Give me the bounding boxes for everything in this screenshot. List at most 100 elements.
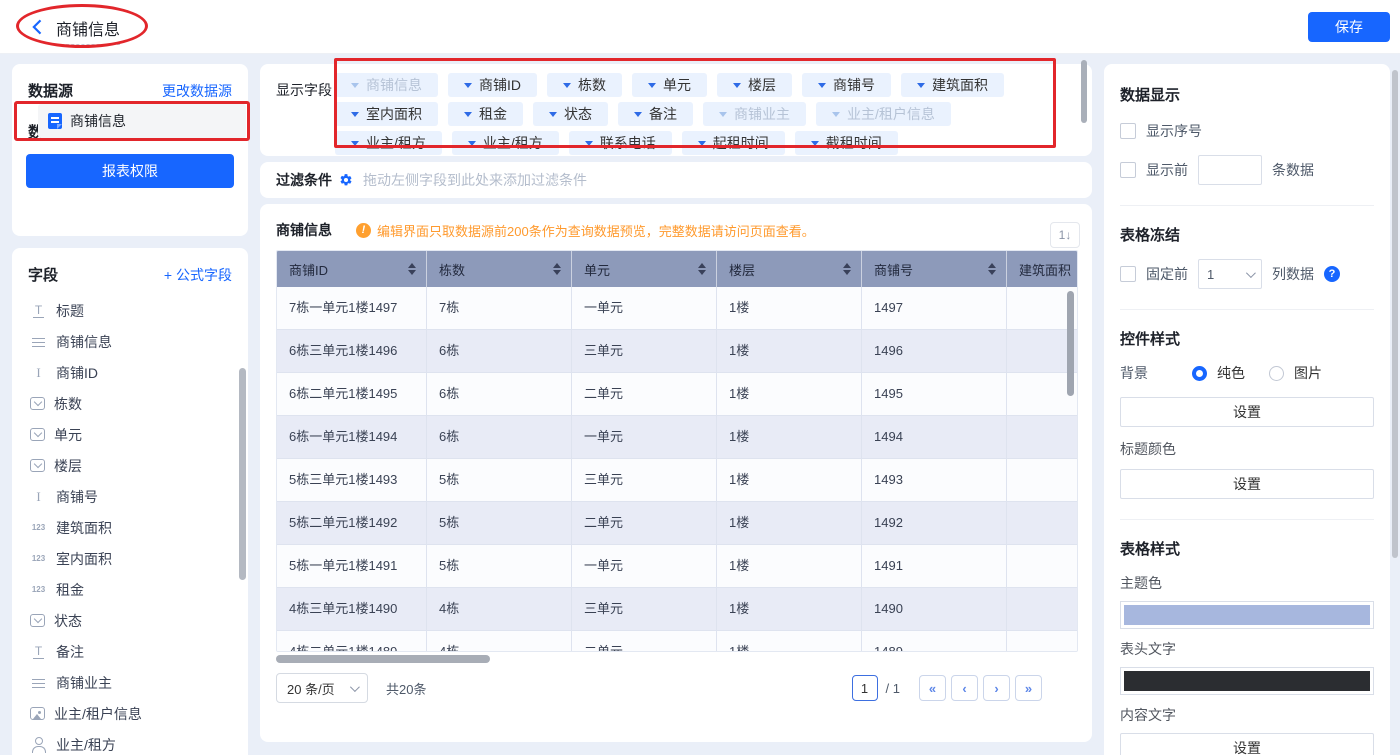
chip-row: 业主/租方业主/租方 联系电话 起租时间截租时间 (335, 131, 1065, 155)
page-input[interactable]: 1 (852, 675, 878, 701)
chevron-down-icon (549, 112, 557, 117)
table-cell: 三单元 (572, 459, 717, 502)
table-cell: 4栋三单元1楼1490 (277, 588, 427, 631)
chip-label: 租金 (479, 104, 507, 124)
list-icon (30, 675, 47, 691)
table-vertical-scrollbar[interactable] (1067, 291, 1074, 396)
settings-scrollbar[interactable] (1392, 70, 1398, 558)
theme-color-swatch[interactable] (1120, 601, 1374, 629)
field-list-item[interactable]: 楼层 (30, 450, 240, 481)
fields-scrollbar[interactable] (239, 368, 246, 580)
table-body: 7栋一单元1楼14977栋一单元1楼14976栋三单元1楼14966栋三单元1楼… (277, 287, 1077, 652)
header-text-swatch[interactable] (1120, 667, 1374, 695)
field-list-item[interactable]: 商铺信息 (30, 326, 240, 357)
display-field-chip[interactable]: 业主/租方 (452, 131, 559, 155)
display-field-chip[interactable]: 联系电话 (569, 131, 672, 155)
show-index-checkbox[interactable] (1120, 123, 1136, 139)
chip-row: 商铺信息商铺ID 栋数单元楼层商铺号 建筑面积 (335, 73, 1065, 97)
divider (1120, 205, 1374, 206)
preview-title: 商铺信息 (276, 220, 332, 240)
field-list-item[interactable]: 商铺业主 (30, 667, 240, 698)
table-header-cell[interactable]: 建筑面积 (1007, 251, 1078, 287)
table-preview-panel: 商铺信息 ! 编辑界面只取数据源前200条作为查询数据预览，完整数据请访问页面查… (260, 204, 1092, 742)
table-cell: 4栋 (427, 631, 572, 652)
last-page-button[interactable]: » (1015, 675, 1042, 701)
field-list-item[interactable]: 业主/租方 (30, 729, 240, 755)
table-header-cell[interactable]: 栋数 (427, 251, 572, 287)
table-row: 7栋一单元1楼14977栋一单元1楼1497 (277, 287, 1078, 330)
show-first-checkbox[interactable] (1120, 162, 1136, 178)
chip-label: 建筑面积 (932, 75, 988, 95)
table-header-cell[interactable]: 单元 (572, 251, 717, 287)
show-first-count-input[interactable] (1198, 155, 1262, 185)
table-header-cell[interactable]: 商铺号 (862, 251, 1007, 287)
freeze-checkbox[interactable] (1120, 266, 1136, 282)
display-field-chip[interactable]: 商铺信息 (335, 73, 438, 97)
gear-icon[interactable] (339, 173, 353, 187)
first-page-button[interactable]: « (919, 675, 946, 701)
display-field-chip[interactable]: 备注 (618, 102, 693, 126)
page-size-value: 20 条/页 (287, 679, 335, 698)
table-header-cell[interactable]: 商铺ID (277, 251, 427, 287)
filter-bar[interactable]: 过滤条件 拖动左侧字段到此处来添加过滤条件 (260, 162, 1092, 198)
display-field-chip[interactable]: 栋数 (547, 73, 622, 97)
table-header-cell[interactable]: 楼层 (717, 251, 862, 287)
field-list-item[interactable]: 单元 (30, 419, 240, 450)
field-list-item[interactable]: 业主/租户信息 (30, 698, 240, 729)
change-datasource-link[interactable]: 更改数据源 (162, 81, 232, 101)
chevron-left-icon (28, 17, 48, 37)
field-label: 状态 (54, 611, 82, 631)
display-field-chip[interactable]: 起租时间 (682, 131, 785, 155)
display-field-chip[interactable]: 商铺号 (802, 73, 891, 97)
prev-page-button[interactable]: ‹ (951, 675, 978, 701)
chevron-down-icon (648, 83, 656, 88)
report-permission-button[interactable]: 报表权限 (26, 154, 234, 188)
table-row: 5栋一单元1楼14915栋一单元1楼1491 (277, 545, 1078, 588)
freeze-count-select[interactable]: 1 (1198, 259, 1262, 289)
field-list-item[interactable]: 栋数 (30, 388, 240, 419)
chevron-down-icon (464, 112, 472, 117)
sort-down-icon (988, 270, 996, 275)
display-field-chip[interactable]: 商铺业主 (703, 102, 806, 126)
field-list-item[interactable]: 备注 (30, 636, 240, 667)
background-set-button[interactable]: 设置 (1120, 397, 1374, 427)
image-radio[interactable] (1269, 366, 1284, 381)
display-field-chip[interactable]: 楼层 (717, 73, 792, 97)
display-field-chip[interactable]: 业主/租户信息 (816, 102, 951, 126)
display-field-chip[interactable]: 业主/租方 (335, 131, 442, 155)
field-list-item[interactable]: 租金 (30, 574, 240, 605)
solid-color-radio[interactable] (1192, 366, 1207, 381)
column-label: 楼层 (729, 260, 755, 279)
field-list-item[interactable]: 标题 (30, 295, 240, 326)
display-field-chip[interactable]: 商铺ID (448, 73, 537, 97)
chips-scrollbar[interactable] (1081, 60, 1087, 123)
title-field-icon (30, 303, 47, 319)
field-label: 租金 (56, 580, 84, 600)
back-button[interactable] (28, 17, 48, 37)
field-list-item[interactable]: 室内面积 (30, 543, 240, 574)
datasource-item[interactable]: 商铺信息 (38, 104, 246, 138)
field-label: 商铺号 (56, 487, 98, 507)
display-field-chip[interactable]: 状态 (533, 102, 608, 126)
sort-order-button[interactable]: 1↓ (1050, 222, 1080, 248)
display-field-chip[interactable]: 截租时间 (795, 131, 898, 155)
page-size-select[interactable]: 20 条/页 (276, 673, 368, 703)
field-list-item[interactable]: 状态 (30, 605, 240, 636)
content-text-set-button[interactable]: 设置 (1120, 733, 1374, 755)
next-page-button[interactable]: › (983, 675, 1010, 701)
save-button[interactable]: 保存 (1308, 12, 1390, 42)
title-color-set-button[interactable]: 设置 (1120, 469, 1374, 499)
display-field-chip[interactable]: 租金 (448, 102, 523, 126)
help-icon[interactable]: ? (1324, 266, 1340, 282)
field-list-item[interactable]: 商铺ID (30, 357, 240, 388)
chip-label: 联系电话 (600, 133, 656, 153)
field-list-item[interactable]: 建筑面积 (30, 512, 240, 543)
field-list-item[interactable]: 商铺号 (30, 481, 240, 512)
table-horizontal-scrollbar[interactable] (276, 655, 490, 663)
formula-field-link[interactable]: + 公式字段 (164, 265, 232, 285)
display-field-chip[interactable]: 建筑面积 (901, 73, 1004, 97)
display-field-chip[interactable]: 单元 (632, 73, 707, 97)
display-field-chip[interactable]: 室内面积 (335, 102, 438, 126)
page-of-label: / 1 (886, 681, 900, 696)
page-title: 商铺信息 (56, 16, 120, 45)
